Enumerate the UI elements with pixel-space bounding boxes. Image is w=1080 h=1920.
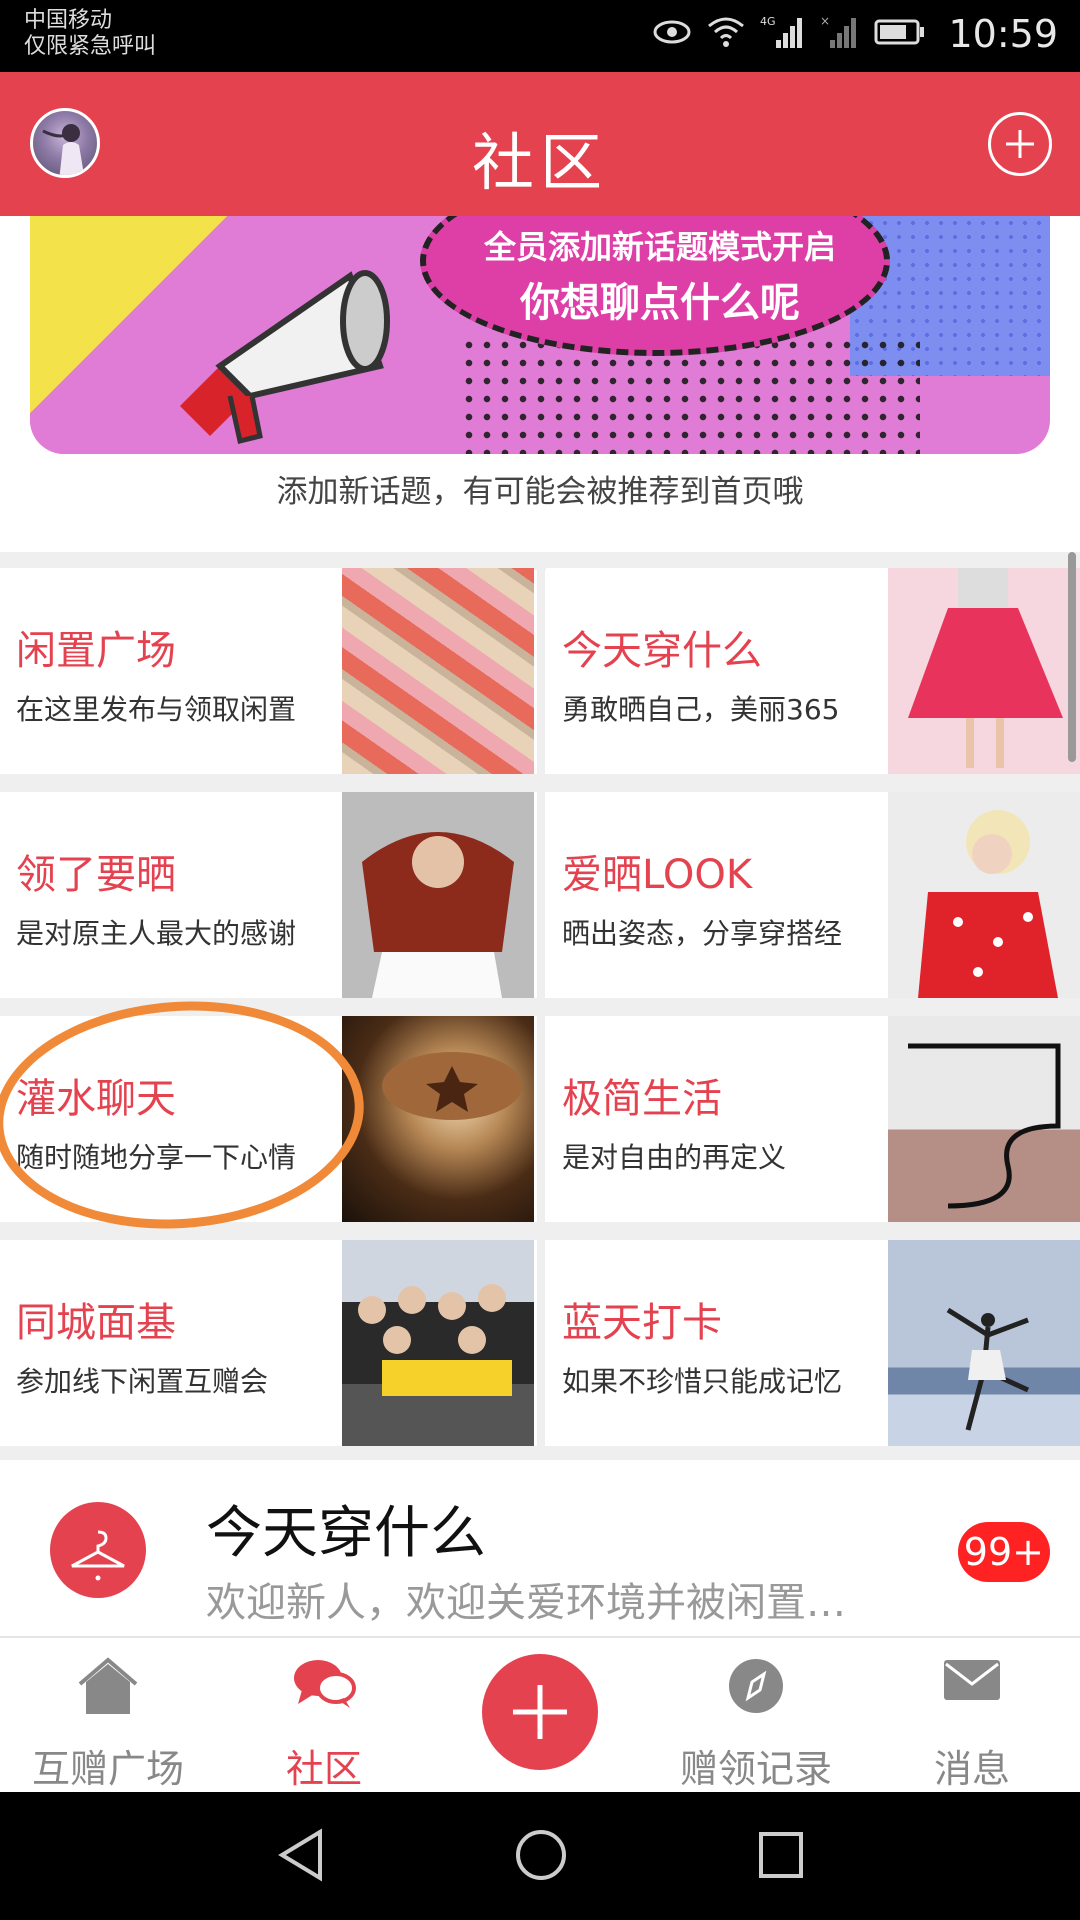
clock: 10:59	[948, 12, 1058, 56]
topic-desc: 在这里发布与领取闲置	[16, 693, 297, 726]
topic-name: 灌水聊天	[16, 1076, 176, 1122]
mail-icon	[942, 1656, 1002, 1708]
tab-label: 消息	[933, 1747, 1010, 1791]
topic-tile[interactable]: 闲置广场 在这里发布与领取闲置	[0, 568, 534, 774]
add-topic-button[interactable]	[988, 112, 1052, 176]
topic-name: 同城面基	[16, 1300, 176, 1346]
page-title: 社区	[471, 126, 608, 199]
tab-gift-square[interactable]: 互赠广场	[0, 1638, 216, 1794]
banner-line2: 你想聊点什么呢	[520, 280, 800, 326]
tab-label: 赠领记录	[679, 1747, 832, 1791]
topic-desc: 如果不珍惜只能成记忆	[562, 1365, 843, 1398]
topic-thumbnail	[342, 568, 534, 774]
hanger-icon	[50, 1502, 146, 1598]
topic-desc: 是对自由的再定义	[562, 1141, 787, 1174]
topic-thumbnail	[342, 792, 534, 998]
tab-records[interactable]: 赠领记录	[648, 1638, 864, 1794]
topic-thumbnail	[888, 792, 1080, 998]
topic-tile[interactable]: 极简生活 是对自由的再定义	[546, 1016, 1080, 1222]
topic-thumbnail	[888, 1016, 1080, 1222]
topic-tile[interactable]: 同城面基 参加线下闲置互赠会	[0, 1240, 534, 1446]
signal-icon: 4G	[760, 14, 806, 54]
status-bar: 中国移动 仅限紧急呼叫 4G × 10:59	[0, 0, 1080, 72]
topic-name: 爱晒LOOK	[562, 852, 753, 898]
topic-thumbnail	[342, 1016, 534, 1222]
topic-desc: 随时随地分享一下心情	[16, 1141, 297, 1174]
eye-icon	[652, 18, 692, 50]
notification-title: 今天穿什么	[206, 1501, 486, 1566]
tab-community[interactable]: 社区	[216, 1638, 432, 1794]
wifi-icon	[706, 16, 746, 52]
unread-badge: 99+	[957, 1522, 1050, 1582]
tab-messages[interactable]: 消息	[864, 1638, 1080, 1794]
topic-thumbnail	[888, 1240, 1080, 1446]
system-nav-bar	[0, 1792, 1080, 1920]
emergency-only: 仅限紧急呼叫	[24, 34, 157, 59]
topic-desc: 晒出姿态，分享穿搭经	[562, 917, 843, 950]
topic-tile[interactable]: 蓝天打卡 如果不珍惜只能成记忆	[546, 1240, 1080, 1446]
topic-name: 领了要晒	[16, 852, 176, 898]
topic-name: 闲置广场	[16, 628, 176, 674]
svg-text:×: ×	[820, 14, 830, 28]
compass-icon	[726, 1656, 786, 1720]
chat-bubbles-icon	[292, 1656, 356, 1716]
plus-icon[interactable]	[482, 1654, 598, 1770]
notification-subtitle: 欢迎新人，欢迎关爱环境并被闲置…	[206, 1580, 846, 1626]
banner-caption: 添加新话题，有可能会被推荐到首页哦	[276, 474, 804, 510]
back-icon[interactable]	[276, 1828, 326, 1886]
topic-tile[interactable]: 爱晒LOOK 晒出姿态，分享穿搭经	[546, 792, 1080, 998]
svg-text:4G: 4G	[760, 15, 776, 28]
topic-desc: 是对原主人最大的感谢	[16, 917, 297, 950]
banner-line1: 全员添加新话题模式开启	[483, 228, 836, 266]
scrollbar[interactable]	[1068, 552, 1076, 762]
topic-tile[interactable]: 灌水聊天 随时随地分享一下心情	[0, 1016, 534, 1222]
tab-label: 互赠广场	[31, 1747, 184, 1791]
battery-icon	[874, 18, 926, 50]
carrier-name: 中国移动	[24, 8, 113, 33]
tab-label: 社区	[285, 1747, 362, 1791]
recents-icon[interactable]	[756, 1828, 806, 1886]
megaphone-icon	[160, 256, 400, 450]
signal-off-icon: ×	[820, 14, 860, 54]
promo-banner[interactable]: 全员添加新话题模式开启 你想聊点什么呢	[30, 216, 1050, 454]
topic-tile[interactable]: 领了要晒 是对原主人最大的感谢	[0, 792, 534, 998]
app-header: 社区	[0, 72, 1080, 216]
topic-notification[interactable]: 今天穿什么 欢迎新人，欢迎关爱环境并被闲置… 99+	[0, 1460, 1080, 1636]
home-icon	[76, 1656, 140, 1720]
topic-desc: 参加线下闲置互赠会	[16, 1365, 269, 1398]
home-nav-icon[interactable]	[514, 1828, 568, 1886]
topic-thumbnail	[888, 568, 1080, 774]
topic-tile[interactable]: 今天穿什么 勇敢晒自己，美丽365	[546, 568, 1080, 774]
topic-name: 今天穿什么	[562, 628, 762, 674]
topic-name: 极简生活	[562, 1076, 722, 1122]
carrier-info: 中国移动 仅限紧急呼叫	[24, 8, 156, 60]
topic-name: 蓝天打卡	[562, 1300, 722, 1346]
topic-thumbnail	[342, 1240, 534, 1446]
topic-desc: 勇敢晒自己，美丽365	[562, 693, 840, 726]
